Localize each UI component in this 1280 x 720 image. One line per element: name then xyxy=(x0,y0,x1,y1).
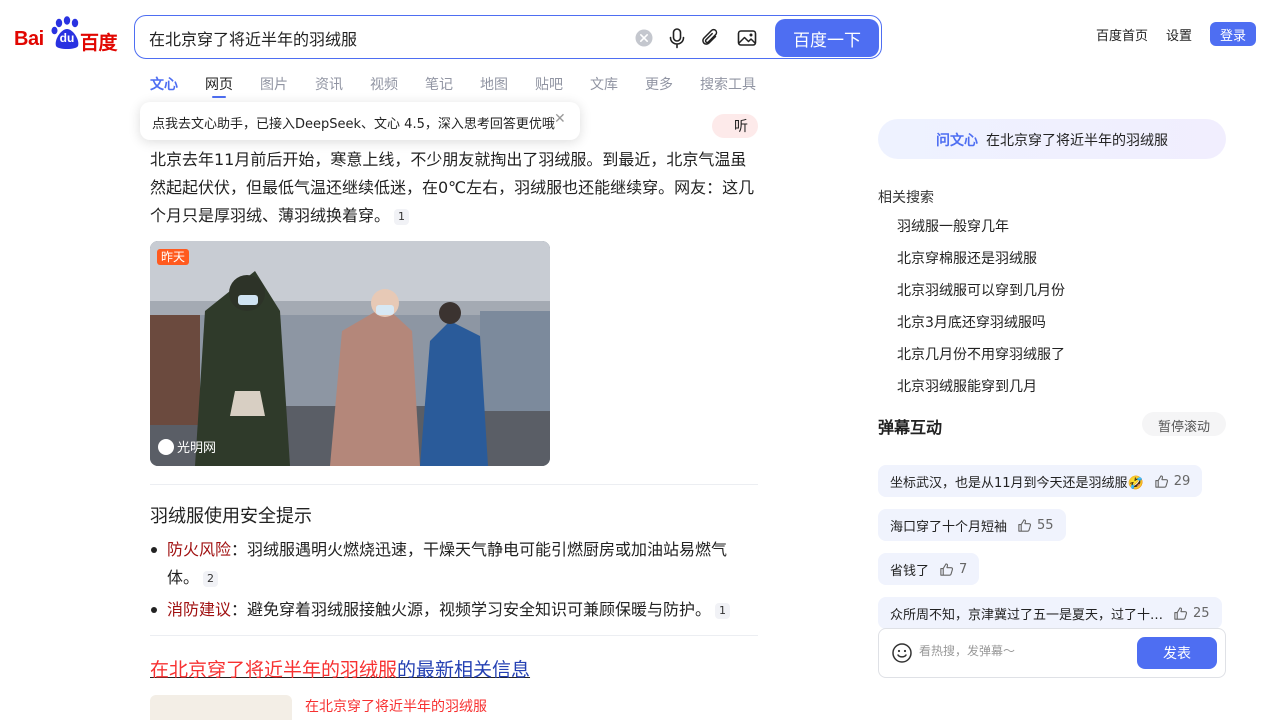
like-count: 55 xyxy=(1037,517,1054,533)
microphone-icon[interactable] xyxy=(666,27,688,49)
ask-query: 在北京穿了将近半年的羽绒服 xyxy=(986,133,1168,149)
related-searches-list: 羽绒服一般穿几年 北京穿棉服还是羽绒服 北京羽绒服可以穿到几月份 北京3月底还穿… xyxy=(897,216,1065,408)
logo-text-bai: Bai xyxy=(14,28,44,50)
related-search-item[interactable]: 北京3月底还穿羽绒服吗 xyxy=(897,312,1065,344)
login-button[interactable]: 登录 xyxy=(1209,22,1256,46)
like-button[interactable]: 55 xyxy=(1017,518,1054,533)
danmu-comment: 坐标武汉，也是从11月到今天还是羽绒服🤣 29 xyxy=(878,465,1203,497)
tab-more[interactable]: 更多 xyxy=(645,74,673,94)
danmu-text: 省钱了 xyxy=(890,563,930,579)
safety-list: 防火风险：羽绒服遇明火燃烧迅速，干燥天气静电可能引燃厨房或加油站易燃气体。 2 消… xyxy=(150,536,740,628)
tab-wenxin[interactable]: 文心 xyxy=(150,74,178,94)
divider xyxy=(150,635,758,636)
like-count: 25 xyxy=(1193,605,1210,621)
search-button[interactable]: 百度一下 xyxy=(775,19,879,57)
source-logo-icon xyxy=(158,438,174,455)
date-tag: 昨天 xyxy=(157,249,190,265)
emoji-icon[interactable] xyxy=(891,642,913,664)
search-tabs: 文心 网页 图片 资讯 视频 笔记 地图 贴吧 文库 更多 搜索工具 xyxy=(150,74,783,98)
danmu-text: 海口穿了十个月短袖 xyxy=(890,519,1008,535)
danmu-input[interactable] xyxy=(919,644,1129,658)
settings-link[interactable]: 设置 xyxy=(1166,25,1192,44)
ai-answer-paragraph: 北京去年11月前后开始，寒意上线，不少朋友就掏出了羽绒服。到最近，北京气温虽然起… xyxy=(150,146,756,230)
danmu-comment: 海口穿了十个月短袖 55 xyxy=(878,509,1066,541)
tab-map[interactable]: 地图 xyxy=(480,74,508,94)
keyword-link[interactable]: 消防建议 xyxy=(167,600,231,619)
like-button[interactable]: 29 xyxy=(1154,473,1191,489)
list-item-text: ：避免穿着羽绒服接触火源，视频学习安全知识可兼顾保暖与防护。 xyxy=(231,600,712,619)
tab-web[interactable]: 网页 xyxy=(205,74,233,98)
tab-tieba[interactable]: 贴吧 xyxy=(535,74,563,94)
close-icon[interactable]: ✕ xyxy=(554,112,568,126)
logo-text-baidu: 百度 xyxy=(80,33,118,54)
answer-text: 北京去年11月前后开始，寒意上线，不少朋友就掏出了羽绒服。到最近，北京气温虽然起… xyxy=(150,150,755,225)
citation-badge[interactable]: 1 xyxy=(394,208,410,225)
clear-icon[interactable] xyxy=(633,27,655,49)
tab-search-tools[interactable]: 搜索工具 xyxy=(700,74,756,94)
danmu-section-title: 弹幕互动 xyxy=(878,418,943,437)
danmu-comment: 省钱了 7 xyxy=(878,553,980,585)
like-count: 29 xyxy=(1173,473,1191,489)
related-searches-title: 相关搜索 xyxy=(878,190,934,206)
list-item-text: ：羽绒服遇明火燃烧迅速，干燥天气静电可能引燃厨房或加油站易燃气体。 xyxy=(167,540,728,587)
like-button[interactable]: 25 xyxy=(1173,606,1210,621)
thumbs-up-icon xyxy=(940,562,954,576)
street-scene-image xyxy=(150,241,550,466)
ask-wenxin-button[interactable]: 问文心 在北京穿了将近半年的羽绒服 xyxy=(878,119,1226,159)
attachment-icon[interactable] xyxy=(700,27,722,49)
keyword-link[interactable]: 防火风险 xyxy=(167,540,231,559)
news-title-keyword: 在北京穿了将近半年的羽绒服 xyxy=(150,659,398,681)
pause-scroll-button[interactable]: 暂停滚动 xyxy=(1142,412,1226,436)
tab-news[interactable]: 资讯 xyxy=(315,74,343,94)
danmu-text: 坐标武汉，也是从11月到今天还是羽绒服🤣 xyxy=(890,475,1144,491)
image-search-icon[interactable] xyxy=(736,27,758,49)
search-box: 百度一下 xyxy=(134,15,882,59)
home-link[interactable]: 百度首页 xyxy=(1096,25,1148,44)
photo-source: 光明网 xyxy=(158,437,216,456)
danmu-text: 众所周不知，京津冀过了五一是夏天，过了十… xyxy=(890,607,1164,623)
related-search-item[interactable]: 羽绒服一般穿几年 xyxy=(897,216,1065,248)
related-search-item[interactable]: 北京穿棉服还是羽绒服 xyxy=(897,248,1065,280)
tooltip-text: 点我去文心助手，已接入DeepSeek、文心 4.5，深入思考回答更优哦 xyxy=(152,117,555,132)
divider xyxy=(150,484,758,485)
listen-button[interactable]: 听 xyxy=(712,114,758,138)
top-links: 百度首页 设置 登录 xyxy=(1096,22,1256,46)
wenxin-tooltip[interactable]: 点我去文心助手，已接入DeepSeek、文心 4.5，深入思考回答更优哦 ✕ xyxy=(140,102,580,140)
like-button[interactable]: 7 xyxy=(939,562,967,577)
thumbs-up-icon xyxy=(1174,606,1188,620)
ask-brand: 问文心 xyxy=(936,133,978,149)
related-search-item[interactable]: 北京羽绒服可以穿到几月份 xyxy=(897,280,1065,312)
tab-images[interactable]: 图片 xyxy=(260,74,288,94)
list-item: 消防建议：避免穿着羽绒服接触火源，视频学习安全知识可兼顾保暖与防护。 1 xyxy=(150,596,740,624)
news-item-link[interactable]: 在北京穿了将近半年的羽绒服 xyxy=(305,696,487,716)
latest-news-title-link[interactable]: 在北京穿了将近半年的羽绒服的最新相关信息 xyxy=(150,655,530,682)
citation-badge[interactable]: 1 xyxy=(715,602,731,619)
citation-badge[interactable]: 2 xyxy=(203,570,219,587)
search-input[interactable] xyxy=(149,26,619,50)
news-thumbnail[interactable] xyxy=(150,695,292,720)
tab-wenku[interactable]: 文库 xyxy=(590,74,618,94)
danmu-composer: 发表 xyxy=(878,628,1226,678)
list-item: 防火风险：羽绒服遇明火燃烧迅速，干燥天气静电可能引燃厨房或加油站易燃气体。 2 xyxy=(150,536,740,592)
baidu-logo[interactable]: Bai du 百度 xyxy=(14,16,118,54)
thumbs-up-icon xyxy=(1155,474,1168,488)
safety-section-title: 羽绒服使用安全提示 xyxy=(150,506,312,527)
news-title-suffix: 的最新相关信息 xyxy=(397,659,531,681)
tab-notes[interactable]: 笔记 xyxy=(425,74,453,94)
like-count: 7 xyxy=(959,561,968,577)
news-photo[interactable]: 昨天 光明网 xyxy=(150,241,550,466)
danmu-comment: 众所周不知，京津冀过了五一是夏天，过了十… 25 xyxy=(878,597,1222,629)
related-search-item[interactable]: 北京羽绒服能穿到几月 xyxy=(897,376,1065,408)
logo-text-du: du xyxy=(59,31,75,45)
source-name: 光明网 xyxy=(177,441,217,456)
related-search-item[interactable]: 北京几月份不用穿羽绒服了 xyxy=(897,344,1065,376)
send-button[interactable]: 发表 xyxy=(1137,637,1217,669)
tab-video[interactable]: 视频 xyxy=(370,74,398,94)
thumbs-up-icon xyxy=(1018,518,1032,532)
